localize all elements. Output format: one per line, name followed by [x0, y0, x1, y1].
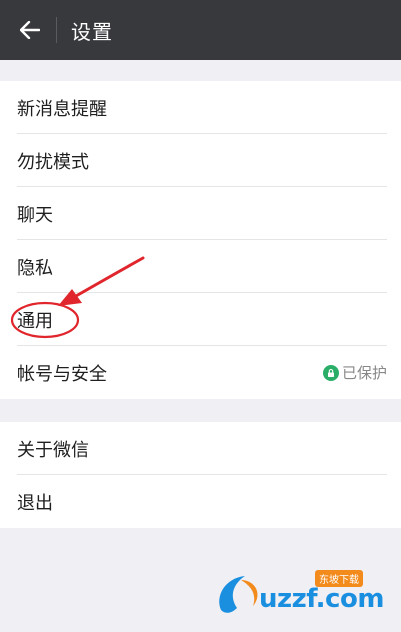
watermark-logo: 东坡下载 uzzf.com: [211, 570, 391, 622]
protection-status: 已保护: [322, 362, 387, 383]
settings-item-label: 聊天: [17, 204, 53, 226]
settings-group-main: 新消息提醒 勿扰模式 聊天 隐私 通用 帐号与安全 已保护: [0, 81, 401, 399]
settings-item-label: 关于微信: [17, 439, 89, 461]
page-title: 设置: [71, 19, 113, 44]
settings-item-chat[interactable]: 聊天: [0, 187, 401, 240]
watermark-text: uzzf.com: [259, 584, 384, 614]
back-arrow-icon: [20, 21, 40, 39]
settings-item-label: 新消息提醒: [17, 98, 107, 120]
settings-item-privacy[interactable]: 隐私: [0, 240, 401, 293]
settings-group-secondary: 关于微信 退出: [0, 422, 401, 528]
settings-item-label: 通用: [17, 310, 53, 332]
settings-item-account-security[interactable]: 帐号与安全 已保护: [0, 346, 401, 399]
settings-item-new-message-alerts[interactable]: 新消息提醒: [0, 81, 401, 134]
settings-item-about-wechat[interactable]: 关于微信: [0, 422, 401, 475]
protection-status-text: 已保护: [341, 364, 387, 382]
lock-icon: [322, 364, 339, 381]
settings-item-label: 勿扰模式: [17, 151, 89, 173]
swoosh-logo-icon: [219, 576, 258, 613]
back-button[interactable]: [10, 10, 50, 50]
header-divider: [56, 17, 57, 43]
settings-item-label: 隐私: [17, 257, 53, 279]
settings-item-label: 退出: [17, 492, 53, 514]
settings-item-label: 帐号与安全: [17, 363, 107, 385]
settings-item-logout[interactable]: 退出: [0, 475, 401, 528]
top-app-bar: 设置: [0, 0, 401, 60]
settings-item-general[interactable]: 通用: [0, 293, 401, 346]
settings-item-do-not-disturb[interactable]: 勿扰模式: [0, 134, 401, 187]
